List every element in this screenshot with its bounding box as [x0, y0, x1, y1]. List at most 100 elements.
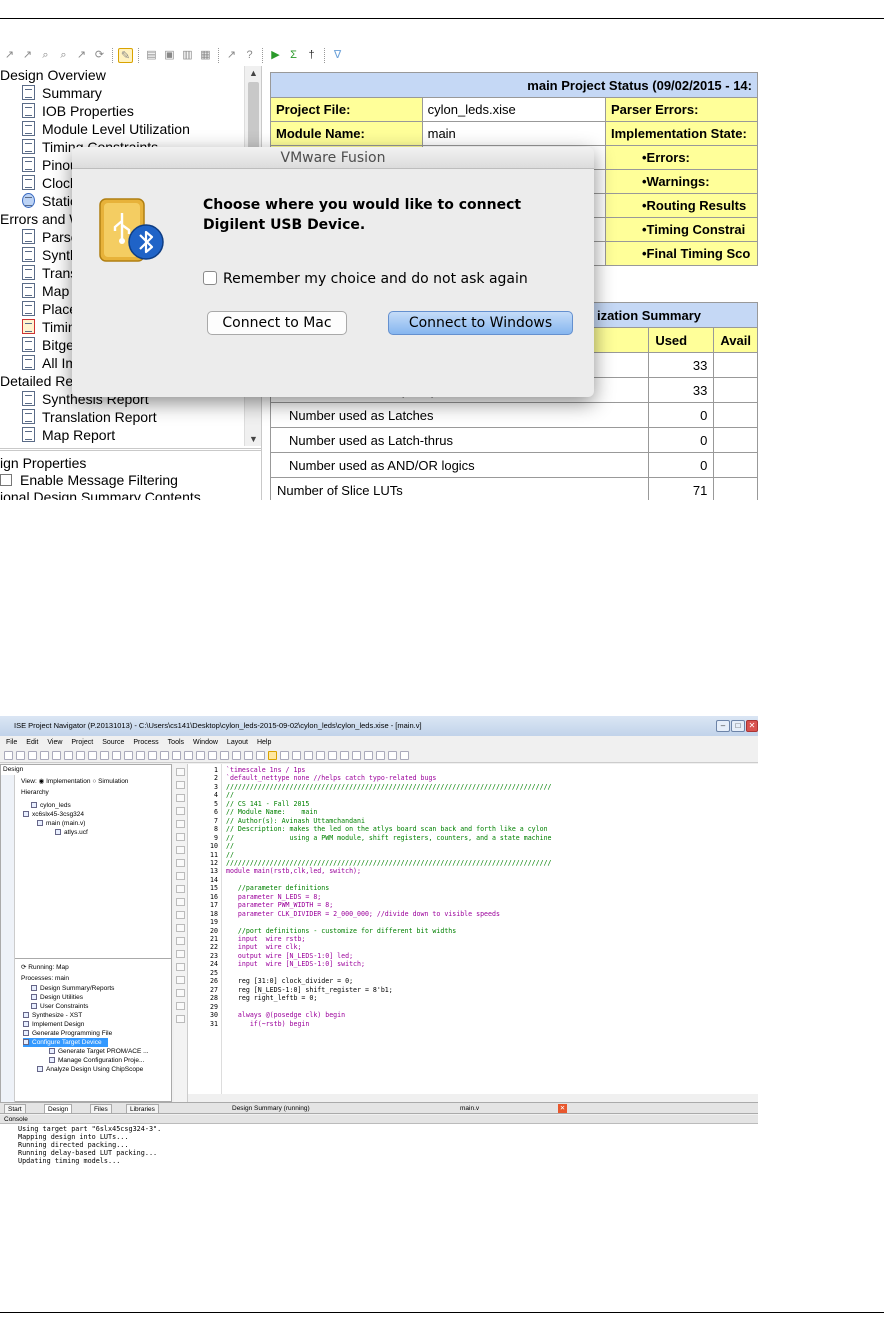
- remember-checkbox[interactable]: [203, 271, 217, 285]
- tab-start[interactable]: Start: [4, 1104, 26, 1114]
- editor-tool-icon[interactable]: [176, 937, 185, 945]
- process-item[interactable]: Analyze Design Using ChipScope: [37, 1065, 143, 1074]
- view-selector[interactable]: View: ◉ Implementation ○ Simulation: [21, 777, 128, 786]
- toolbar-button-icon[interactable]: [196, 751, 205, 760]
- toolbar-button-icon[interactable]: [340, 751, 349, 760]
- code-line[interactable]: parameter N_LEDS = 8;: [226, 893, 321, 901]
- code-line[interactable]: input wire clk;: [226, 943, 302, 951]
- tree-item[interactable]: Map Report: [22, 426, 115, 444]
- remember-choice-option[interactable]: Remember my choice and do not ask again: [203, 271, 528, 287]
- code-line[interactable]: parameter CLK_DIVIDER = 2_000_000; //div…: [226, 910, 500, 918]
- toolbar-button-icon[interactable]: [76, 751, 85, 760]
- code-line[interactable]: // Description: makes the led on the atl…: [226, 825, 548, 833]
- close-icon[interactable]: ✕: [746, 720, 758, 732]
- code-line[interactable]: output wire [N_LEDS-1:0] led;: [226, 952, 353, 960]
- menu-item[interactable]: Window: [193, 736, 218, 749]
- layout-icon[interactable]: ▤: [144, 48, 159, 63]
- toolbar-button-icon[interactable]: [100, 751, 109, 760]
- editor-tool-icon[interactable]: [176, 924, 185, 932]
- process-item[interactable]: User Constraints: [31, 1002, 88, 1011]
- editor-tool-icon[interactable]: [176, 794, 185, 802]
- editor-tool-icon[interactable]: [176, 781, 185, 789]
- menu-item[interactable]: View: [47, 736, 62, 749]
- toolbar-button-icon[interactable]: [292, 751, 301, 760]
- zoom-icon[interactable]: ⌕: [56, 48, 71, 63]
- editor-tool-icon[interactable]: [176, 976, 185, 984]
- tree-item[interactable]: Summary: [22, 84, 102, 102]
- help-icon[interactable]: ?: [242, 48, 257, 63]
- toolbar-button-icon[interactable]: [400, 751, 409, 760]
- code-line[interactable]: always @(posedge clk) begin: [226, 1011, 345, 1019]
- toolbar-button-icon[interactable]: [232, 751, 241, 760]
- view-sim-label[interactable]: Simulation: [98, 778, 128, 785]
- tree-item[interactable]: Module Level Utilization: [22, 120, 190, 138]
- editor-tool-icon[interactable]: [176, 989, 185, 997]
- toolbar-button-icon[interactable]: [256, 751, 265, 760]
- toolbar-button-icon[interactable]: [316, 751, 325, 760]
- process-item[interactable]: Generate Target PROM/ACE ...: [49, 1047, 149, 1056]
- layout-icon[interactable]: ▣: [162, 48, 177, 63]
- connect-to-mac-button[interactable]: Connect to Mac: [207, 311, 347, 335]
- summary-toggle-icon[interactable]: ✎: [118, 47, 133, 63]
- code-line[interactable]: if(~rstb) begin: [226, 1020, 310, 1028]
- toolbar-button-icon[interactable]: [64, 751, 73, 760]
- toolbar-button-icon[interactable]: [52, 751, 61, 760]
- process-item[interactable]: Manage Configuration Proje...: [49, 1056, 144, 1065]
- wand-icon[interactable]: ↗: [20, 48, 35, 63]
- code-line[interactable]: `default_nettype none //helps catch typo…: [226, 774, 436, 782]
- menu-item[interactable]: Tools: [168, 736, 184, 749]
- code-line[interactable]: // CS 141 - Fall 2015: [226, 800, 309, 808]
- tree-item-project[interactable]: cylon_leds: [31, 801, 71, 810]
- code-line[interactable]: //port definitions - customize for diffe…: [226, 927, 456, 935]
- code-line[interactable]: `timescale 1ns / 1ps: [226, 766, 305, 774]
- toolbar-button-icon[interactable]: [328, 751, 337, 760]
- editor-tool-icon[interactable]: [176, 1002, 185, 1010]
- toolbar-button-icon[interactable]: [28, 751, 37, 760]
- menu-item[interactable]: Edit: [26, 736, 38, 749]
- toolbar-button-icon[interactable]: [148, 751, 157, 760]
- toolbar-button-icon[interactable]: [16, 751, 25, 760]
- editor-tool-icon[interactable]: [176, 950, 185, 958]
- run-icon[interactable]: ▶: [268, 48, 283, 63]
- editor-tool-icon[interactable]: [176, 846, 185, 854]
- tab-libraries[interactable]: Libraries: [126, 1104, 159, 1114]
- tab-design[interactable]: Design: [44, 1104, 73, 1114]
- code-line[interactable]: reg right_leftb = 0;: [226, 994, 317, 1002]
- toolbar-button-icon[interactable]: [220, 751, 229, 760]
- maximize-icon[interactable]: □: [731, 720, 745, 732]
- code-line[interactable]: //: [226, 842, 234, 850]
- toolbar-button-icon[interactable]: [124, 751, 133, 760]
- refresh-icon[interactable]: ⟳: [92, 48, 107, 63]
- key-icon[interactable]: ↗: [224, 48, 239, 63]
- process-item[interactable]: Generate Programming File: [23, 1029, 112, 1038]
- zoom-icon[interactable]: ⌕: [38, 48, 53, 63]
- tree-item-main[interactable]: main (main.v): [37, 819, 85, 828]
- code-line[interactable]: // Author(s): Avinash Uttamchandani: [226, 817, 365, 825]
- editor-tool-icon[interactable]: [176, 898, 185, 906]
- wand-icon[interactable]: ↗: [2, 48, 17, 63]
- toolbar-button-icon[interactable]: [352, 751, 361, 760]
- menu-item[interactable]: Layout: [227, 736, 248, 749]
- toolbar-button-icon[interactable]: [208, 751, 217, 760]
- code-line[interactable]: // Module Name: main: [226, 808, 317, 816]
- tree-item[interactable]: Translation Report: [22, 408, 157, 426]
- code-line[interactable]: module main(rstb,clk,led, switch);: [226, 867, 361, 875]
- sigma-icon[interactable]: Σ: [286, 48, 301, 63]
- code-editor[interactable]: 1 `timescale 1ns / 1ps 2 `default_nettype n…: [188, 764, 758, 1094]
- toolbar-button-icon[interactable]: [388, 751, 397, 760]
- code-line[interactable]: // using a PWM module, shift registers, …: [226, 834, 552, 842]
- code-line[interactable]: ////////////////////////////////////////…: [226, 859, 552, 867]
- code-line[interactable]: reg [N_LEDS-1:0] shift_register = 8'b1;: [226, 986, 393, 994]
- process-item[interactable]: Design Summary/Reports: [31, 984, 114, 993]
- code-line[interactable]: reg [31:0] clock_divider = 0;: [226, 977, 353, 985]
- tab-files[interactable]: Files: [90, 1104, 112, 1114]
- code-line[interactable]: parameter PWM_WIDTH = 8;: [226, 901, 333, 909]
- toolbar-button-icon[interactable]: [184, 751, 193, 760]
- editor-tool-icon[interactable]: [176, 872, 185, 880]
- process-item[interactable]: Configure Target Device: [23, 1038, 108, 1047]
- view-impl-label[interactable]: Implementation: [46, 778, 90, 785]
- layout-icon[interactable]: ▦: [198, 48, 213, 63]
- toolbar-button-icon[interactable]: [136, 751, 145, 760]
- editor-tool-icon[interactable]: [176, 859, 185, 867]
- toolbar-button-icon[interactable]: [376, 751, 385, 760]
